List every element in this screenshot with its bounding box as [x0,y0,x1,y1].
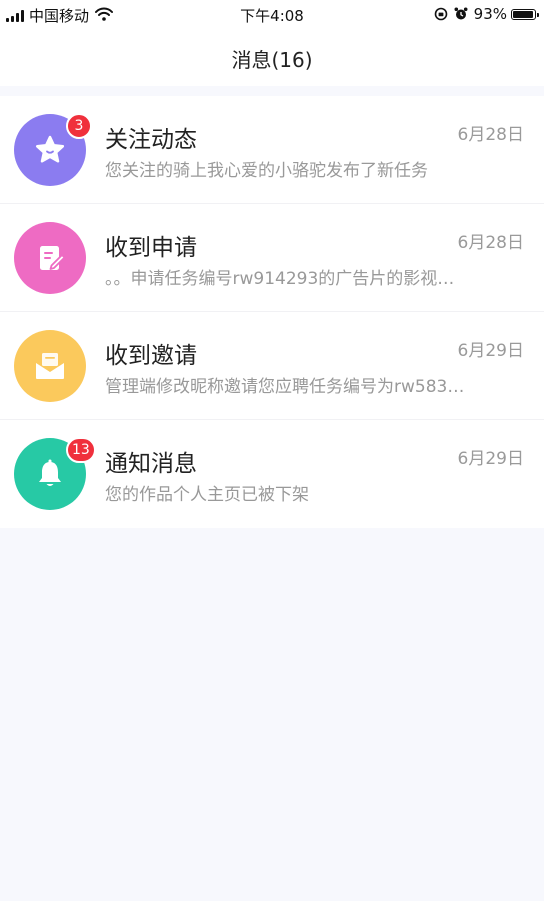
top-bar: 中国移动 下午4:08 93% 消息(16) [0,0,544,86]
message-item-invitation[interactable]: 收到邀请 6月29日 管理端修改昵称邀请您应聘任务编号为rw583… [0,312,544,420]
battery-percent: 93% [473,5,507,23]
message-preview: 管理端修改昵称邀请您应聘任务编号为rw583… [105,377,465,397]
invitation-avatar [14,330,86,402]
message-item-notification[interactable]: 13 通知消息 6月29日 您的作品个人主页已被下架 [0,420,544,528]
message-item-follow[interactable]: 3 关注动态 6月28日 您关注的骑上我心爱的小骆驼发布了新任务 [0,96,544,204]
message-title: 收到申请 [105,235,197,261]
status-right: 93% [434,5,539,23]
battery-fill [513,10,533,18]
battery-icon [511,8,539,20]
message-title: 关注动态 [105,127,197,153]
unread-badge: 13 [66,437,96,463]
message-item-application[interactable]: 收到申请 6月28日 。。申请任务编号rw914293的广告片的影视… [0,204,544,312]
message-date: 6月28日 [457,233,524,253]
page-title: 消息(16) [231,47,313,72]
nav-bar: 消息(16) [0,30,544,86]
alarm-icon [454,7,468,21]
edit-document-icon [40,246,66,270]
application-avatar [14,222,86,294]
message-date: 6月29日 [457,449,524,469]
status-bar: 中国移动 下午4:08 93% [0,0,544,30]
star-icon [35,135,65,163]
mail-icon [36,353,64,379]
message-title: 通知消息 [105,451,197,477]
message-date: 6月28日 [457,125,524,145]
message-title: 收到邀请 [105,343,197,369]
message-date: 6月29日 [457,341,524,361]
message-preview: 您的作品个人主页已被下架 [105,485,309,505]
message-preview: 。。申请任务编号rw914293的广告片的影视… [105,269,455,289]
unread-badge: 3 [66,113,92,139]
message-preview: 您关注的骑上我心爱的小骆驼发布了新任务 [105,161,428,181]
message-list: 3 关注动态 6月28日 您关注的骑上我心爱的小骆驼发布了新任务 收到申请 6月… [0,96,544,528]
rotation-lock-icon [434,7,448,21]
bell-icon [39,459,61,486]
